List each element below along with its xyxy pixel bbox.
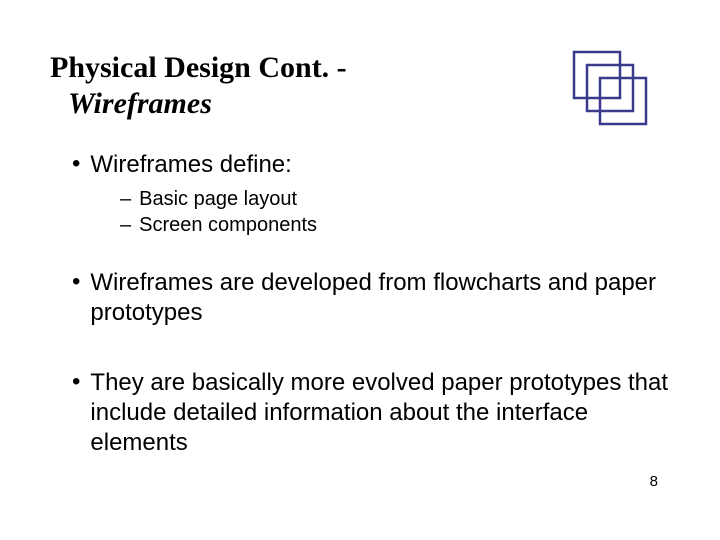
page-number: 8 (650, 473, 658, 490)
sub-bullet-text: Basic page layout (139, 186, 297, 212)
bullet-marker-icon: • (72, 368, 80, 397)
bullet-text: Wireframes define: (90, 150, 291, 180)
bullet-text: Wireframes are developed from flowcharts… (90, 268, 670, 328)
bullet-text: They are basically more evolved paper pr… (90, 368, 670, 458)
slide-content: • Wireframes define: – Basic page layout… (50, 150, 670, 458)
sub-bullet-marker-icon: – (120, 186, 131, 212)
bullet-item: • Wireframes define: (72, 150, 670, 180)
sub-bullet-item: – Basic page layout (120, 186, 670, 212)
sub-bullet-item: – Screen components (120, 212, 670, 238)
bullet-item: • They are basically more evolved paper … (72, 368, 670, 458)
slide-logo-icon (570, 48, 650, 133)
bullet-item: • Wireframes are developed from flowchar… (72, 268, 670, 328)
bullet-marker-icon: • (72, 268, 80, 297)
bullet-marker-icon: • (72, 150, 80, 179)
sub-bullet-text: Screen components (139, 212, 317, 238)
sub-bullet-list: – Basic page layout – Screen components (72, 186, 670, 238)
sub-bullet-marker-icon: – (120, 212, 131, 238)
